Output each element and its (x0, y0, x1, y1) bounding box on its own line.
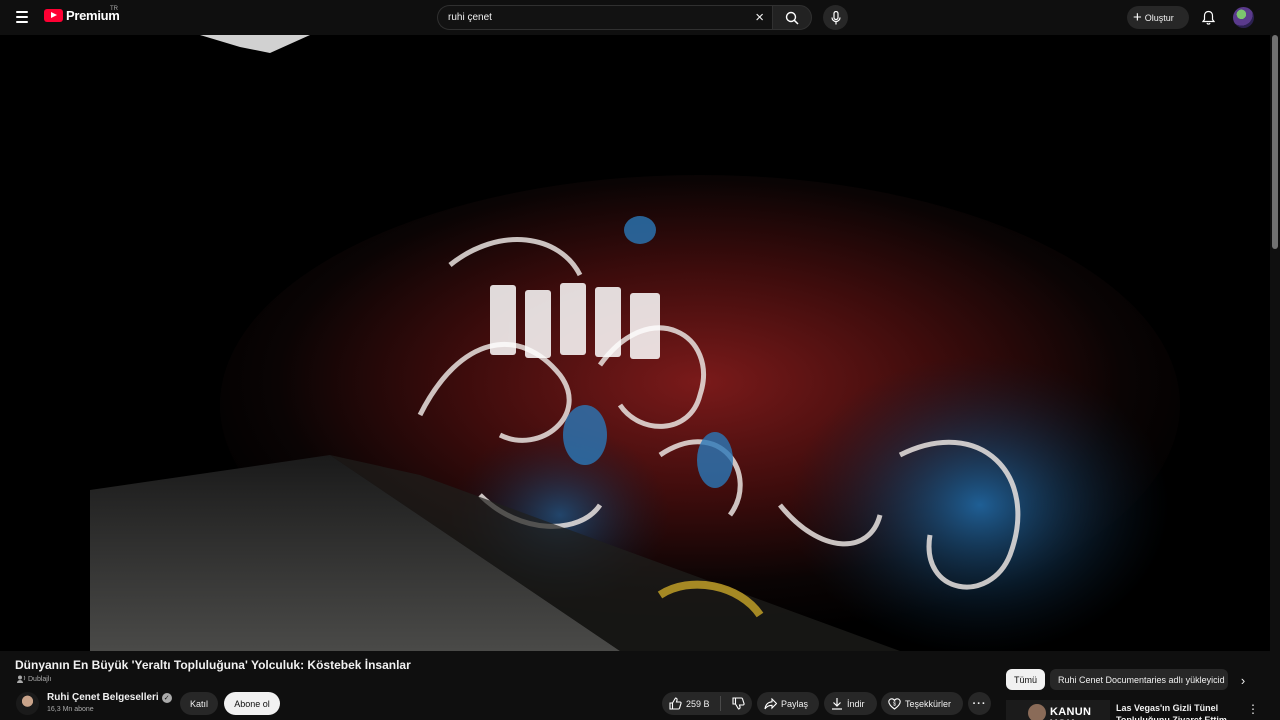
thumbs-up-icon (669, 697, 682, 710)
create-label: Oluştur (1144, 12, 1174, 23)
like-divider (720, 696, 721, 711)
microphone-icon (830, 10, 841, 24)
thumbs-down-icon (731, 697, 745, 710)
download-button[interactable]: İndir (824, 692, 877, 715)
video-frame (0, 35, 1270, 651)
search-input[interactable]: ruhi çenet × (437, 5, 772, 30)
svg-text:$: $ (893, 701, 896, 707)
channel-name-text[interactable]: Ruhi Çenet Belgeselleri (47, 692, 159, 703)
youtube-premium-logo[interactable]: Premium TR (44, 6, 120, 23)
join-button[interactable]: Katıl (180, 692, 218, 715)
thanks-label: Teşekkürler (905, 698, 952, 709)
create-button[interactable]: + Oluştur (1127, 6, 1189, 29)
logo-country-code: TR (110, 6, 118, 12)
channel-name[interactable]: Ruhi Çenet Belgeselleri ✓ (47, 692, 172, 703)
search-button[interactable] (772, 5, 812, 30)
download-label: İndir (847, 698, 865, 709)
notifications-button[interactable] (1199, 8, 1217, 26)
subscriber-count: 16,3 Mn abone (47, 706, 94, 713)
recommended-video-title[interactable]: Las Vegas'ın Gizli Tünel Topluluğunu Ziy… (1116, 702, 1234, 720)
chip-channel-uploads[interactable]: Ruhi Cenet Documentaries adlı yükleyicid (1050, 669, 1228, 690)
more-actions-button[interactable]: ··· (968, 692, 991, 715)
video-player[interactable] (0, 35, 1270, 651)
share-label: Paylaş (781, 698, 809, 709)
more-horizontal-icon: ··· (972, 697, 987, 710)
channel-avatar[interactable] (16, 692, 39, 715)
top-bar: Premium TR ruhi çenet × + Oluştur (0, 0, 1280, 35)
close-icon[interactable]: × (755, 9, 764, 26)
chip-all[interactable]: Tümü (1006, 669, 1045, 690)
thanks-button[interactable]: $ Teşekkürler (881, 692, 963, 715)
recommended-video-thumbnail[interactable]: KANUN YOK (1006, 700, 1110, 720)
account-avatar[interactable] (1233, 7, 1254, 28)
dubbed-badge: Dublajlı (17, 675, 51, 683)
dislike-button[interactable] (724, 692, 752, 715)
voice-search-button[interactable] (823, 5, 848, 30)
youtube-play-icon (44, 9, 63, 22)
subscribe-button[interactable]: Abone ol (224, 692, 280, 715)
plus-icon: + (1133, 9, 1142, 26)
like-count: 259 B (686, 698, 710, 709)
page-scrollbar[interactable] (1272, 35, 1278, 249)
dubbed-label: Dublajlı (28, 675, 52, 683)
menu-icon[interactable] (12, 7, 32, 27)
download-icon (832, 698, 842, 710)
video-title: Dünyanın En Büyük 'Yeraltı Topluluğuna' … (15, 658, 411, 672)
thumbnail-face (1028, 704, 1046, 720)
search-query-text[interactable]: ruhi çenet (448, 12, 492, 23)
chevron-right-icon[interactable]: › (1233, 670, 1253, 690)
like-dislike-group: 259 B (662, 692, 752, 715)
like-button[interactable]: 259 B (662, 692, 718, 715)
share-arrow-icon (764, 697, 777, 709)
search-icon (785, 11, 799, 25)
thumbnail-text: KANUN YOK (1050, 706, 1092, 720)
bell-icon (1201, 10, 1215, 25)
more-vertical-icon[interactable]: ⋮ (1247, 701, 1259, 717)
dubbed-audio-icon (17, 675, 26, 683)
heart-dollar-icon: $ (888, 697, 901, 710)
verified-icon: ✓ (161, 692, 172, 703)
share-button[interactable]: Paylaş (757, 692, 819, 715)
